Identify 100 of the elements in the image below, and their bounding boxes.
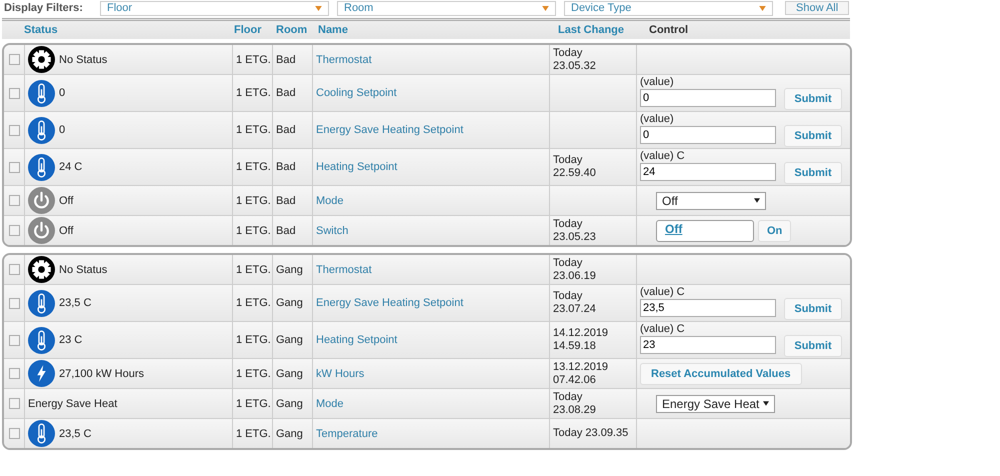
- row-checkbox[interactable]: [8, 124, 20, 136]
- value-input[interactable]: 23,5: [640, 299, 776, 317]
- row-checkbox[interactable]: [8, 225, 20, 236]
- column-header[interactable]: Floor: [232, 24, 274, 36]
- value-input[interactable]: 0: [640, 126, 776, 144]
- power-icon: [28, 217, 55, 244]
- status-text: 27,100 kW Hours: [59, 368, 144, 380]
- last-change-text: Today: [553, 154, 582, 167]
- room-text: Gang: [276, 398, 303, 410]
- row-checkbox[interactable]: [8, 54, 20, 65]
- floor-text: 1 ETG.: [236, 297, 271, 309]
- room-text: Bad: [276, 224, 296, 236]
- row-checkbox[interactable]: [8, 264, 20, 275]
- thermometer-icon: [28, 80, 55, 106]
- submit-button[interactable]: Submit: [784, 162, 842, 184]
- status-text: Energy Save Heat: [28, 398, 118, 410]
- floor-text: 1 ETG.: [236, 124, 271, 136]
- gear-icon: [28, 46, 55, 73]
- column-header[interactable]: Status: [22, 24, 232, 36]
- submit-button[interactable]: Submit: [784, 335, 842, 357]
- device-link[interactable]: Cooling Setpoint: [316, 87, 397, 99]
- value-label: (value) C: [640, 323, 686, 336]
- room-text: Bad: [276, 124, 296, 136]
- device-link[interactable]: Heating Setpoint: [316, 334, 398, 346]
- filter-dropdown[interactable]: Room: [337, 0, 556, 16]
- device-link[interactable]: Temperature: [316, 428, 378, 440]
- floor-text: 1 ETG.: [236, 398, 271, 410]
- last-change-text: 23.05.32: [553, 60, 596, 72]
- last-change-text: 22.59.40: [553, 167, 596, 180]
- floor-text: 1 ETG.: [236, 87, 271, 99]
- device-link[interactable]: Thermostat: [316, 54, 372, 66]
- last-change-text: 14.59.18: [553, 340, 596, 353]
- floor-text: 1 ETG.: [236, 54, 271, 66]
- floor-text: 1 ETG.: [236, 161, 271, 173]
- room-text: Gang: [276, 334, 303, 346]
- reset-button[interactable]: Reset Accumulated Values: [640, 362, 802, 384]
- value-input[interactable]: 23: [640, 336, 776, 354]
- last-change-text: Today: [553, 390, 582, 404]
- value-label: (value) C: [640, 150, 686, 163]
- device-link[interactable]: Heating Setpoint: [316, 161, 398, 173]
- room-text: Bad: [276, 194, 296, 206]
- last-change-text: Today: [553, 256, 582, 270]
- status-text: 23,5 C: [59, 428, 92, 440]
- filters-label: Display Filters:: [4, 2, 84, 14]
- mode-dropdown[interactable]: Energy Save Heat: [656, 394, 776, 412]
- gear-icon: [28, 256, 55, 283]
- status-text: 23,5 C: [59, 297, 92, 309]
- device-link[interactable]: Mode: [316, 398, 344, 410]
- caret-icon: [754, 198, 760, 203]
- floor-text: 1 ETG.: [236, 194, 271, 206]
- row-checkbox[interactable]: [8, 398, 20, 409]
- room-text: Gang: [276, 368, 303, 380]
- submit-button[interactable]: Submit: [784, 125, 842, 147]
- value-label: (value) C: [640, 286, 686, 299]
- filter-dropdown[interactable]: Floor: [100, 0, 329, 16]
- floor-text: 1 ETG.: [236, 224, 271, 236]
- caret-icon: [542, 6, 549, 10]
- last-change-text: 07.42.06: [553, 374, 596, 386]
- row-checkbox[interactable]: [8, 162, 20, 172]
- status-text: 23 C: [59, 334, 82, 346]
- row-checkbox[interactable]: [8, 88, 20, 98]
- status-text: 0: [59, 87, 66, 99]
- last-change-text: Today: [553, 218, 582, 230]
- column-header[interactable]: Last Change: [555, 24, 645, 36]
- mode-dropdown[interactable]: Off: [656, 192, 766, 210]
- room-text: Bad: [276, 54, 296, 66]
- caret-icon: [759, 6, 766, 10]
- last-change-text: 13.12.2019: [553, 360, 608, 374]
- device-link[interactable]: kW Hours: [316, 368, 364, 380]
- status-text: 0: [59, 124, 66, 136]
- device-link[interactable]: Thermostat: [316, 264, 372, 276]
- caret-icon: [315, 6, 322, 10]
- device-link[interactable]: Energy Save Heating Setpoint: [316, 124, 464, 136]
- room-text: Bad: [276, 161, 296, 173]
- row-checkbox[interactable]: [8, 428, 20, 439]
- caret-icon: [763, 401, 770, 406]
- device-link[interactable]: Switch: [316, 224, 348, 236]
- show-all-button[interactable]: Show All: [785, 1, 850, 15]
- value-input[interactable]: 0: [640, 89, 776, 107]
- switch-button[interactable]: On: [758, 220, 792, 242]
- floor-text: 1 ETG.: [236, 428, 271, 440]
- value-input[interactable]: 24: [640, 163, 776, 181]
- switch-button[interactable]: Off: [656, 220, 754, 242]
- row-checkbox[interactable]: [8, 334, 20, 346]
- device-link[interactable]: Energy Save Heating Setpoint: [316, 297, 464, 309]
- column-header[interactable]: Room: [274, 24, 316, 36]
- column-header[interactable]: Name: [316, 24, 555, 36]
- row-checkbox[interactable]: [8, 298, 20, 308]
- thermometer-icon: [28, 326, 55, 354]
- row-checkbox[interactable]: [8, 368, 20, 379]
- filter-dropdown[interactable]: Device Type: [564, 0, 773, 16]
- status-text: No Status: [59, 54, 108, 66]
- last-change-text: 23.08.29: [553, 404, 596, 416]
- row-checkbox[interactable]: [8, 195, 20, 206]
- last-change-text: Today: [553, 46, 582, 60]
- value-label: (value): [640, 113, 675, 126]
- status-text: No Status: [59, 264, 108, 276]
- submit-button[interactable]: Submit: [784, 88, 842, 110]
- device-link[interactable]: Mode: [316, 194, 344, 206]
- submit-button[interactable]: Submit: [784, 298, 842, 320]
